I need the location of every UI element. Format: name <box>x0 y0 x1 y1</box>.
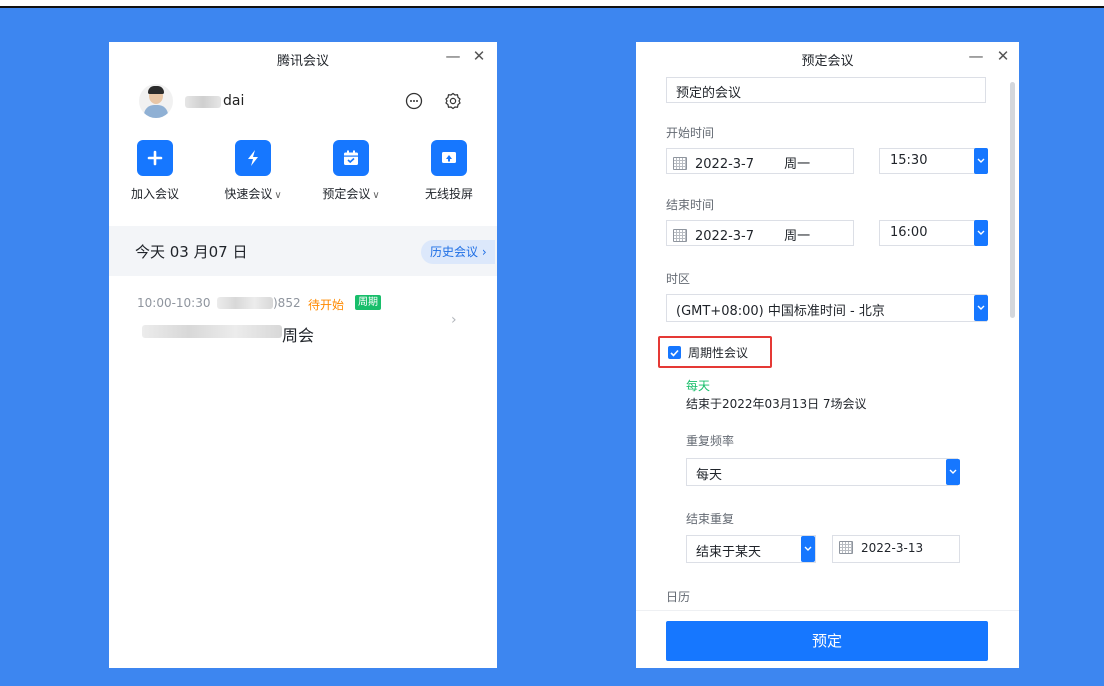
recurring-checkbox[interactable] <box>668 346 681 359</box>
quick-meeting-button[interactable]: 快速会议 ∨ <box>223 140 283 202</box>
timezone-label: 时区 <box>666 272 691 286</box>
title-bar: 预定会议 — ✕ <box>636 42 1019 74</box>
chevron-down-icon[interactable] <box>801 536 815 562</box>
meeting-status: 待开始 <box>308 298 345 312</box>
window-title: 预定会议 <box>801 54 854 69</box>
quick-actions: 加入会议 快速会议 ∨ 预定会议 ∨ 无线投屏 <box>125 140 485 210</box>
start-time-value: 15:30 <box>890 153 928 168</box>
start-date-value: 2022-3-7 <box>695 157 755 172</box>
settings-gear-icon[interactable] <box>442 90 464 112</box>
end-time-value: 16:00 <box>890 225 928 240</box>
start-time-label: 开始时间 <box>666 126 715 140</box>
name-blurred-region <box>185 96 221 108</box>
plus-icon <box>137 140 173 176</box>
wireless-cast-button[interactable]: 无线投屏 <box>419 140 479 202</box>
meeting-name-blurred-region <box>142 325 282 338</box>
recurrence-summary-end: 结束于2022年03月13日 7场会议 <box>686 397 867 411</box>
meeting-id-suffix: )852 <box>273 296 301 310</box>
chevron-down-icon: ∨ <box>274 190 282 201</box>
end-date-value: 2022-3-7 <box>695 229 755 244</box>
meeting-list-item[interactable]: 10:00-10:30 )852 待开始 周期 周会 › <box>109 290 497 350</box>
end-weekday: 周一 <box>784 229 811 244</box>
recurring-highlight-box: 周期性会议 <box>658 336 772 368</box>
end-repeat-date-value: 2022-3-13 <box>861 541 924 555</box>
meeting-id-blurred-region <box>217 297 273 309</box>
tencent-meeting-main-window: 腾讯会议 — ✕ dai 加入会议 快速会议 ∨ 预定会议 ∨ 无线投屏 今天 … <box>109 42 497 668</box>
repeat-frequency-select[interactable]: 每天 <box>686 458 958 486</box>
chevron-down-icon[interactable] <box>974 220 988 246</box>
chevron-right-icon: › <box>451 312 457 328</box>
chevron-down-icon[interactable] <box>974 148 988 174</box>
schedule-meeting-button[interactable]: 预定会议 ∨ <box>321 140 381 202</box>
scrollbar-thumb[interactable] <box>1010 82 1015 318</box>
join-meeting-label: 加入会议 <box>130 187 179 201</box>
title-bar: 腾讯会议 — ✕ <box>109 42 497 74</box>
lightning-icon <box>235 140 271 176</box>
chevron-down-icon[interactable] <box>974 295 988 321</box>
start-date-picker[interactable]: 2022-3-7 周一 <box>666 148 854 174</box>
calendar-icon <box>673 229 687 242</box>
window-title: 腾讯会议 <box>276 54 329 69</box>
calendar-icon <box>839 541 853 554</box>
chat-icon[interactable] <box>403 90 425 112</box>
schedule-meeting-label: 预定会议 <box>322 187 371 201</box>
recurring-badge: 周期 <box>355 295 381 310</box>
timezone-select[interactable]: (GMT+08:00) 中国标准时间 - 北京 <box>666 294 987 322</box>
history-meetings-button[interactable]: 历史会议 › <box>421 240 495 264</box>
meeting-time: 10:00-10:30 <box>137 296 211 310</box>
end-repeat-label: 结束重复 <box>686 512 735 526</box>
today-header: 今天 03 月07 日 历史会议 › <box>109 226 497 276</box>
recurring-checkbox-label: 周期性会议 <box>688 346 749 360</box>
meeting-name: 周会 <box>282 326 315 345</box>
wireless-cast-label: 无线投屏 <box>424 187 473 201</box>
end-repeat-date-picker[interactable]: 2022-3-13 <box>832 535 960 563</box>
calendar-icon <box>673 157 687 170</box>
user-profile: dai <box>139 84 479 120</box>
today-date-label: 今天 03 月07 日 <box>135 243 248 261</box>
meeting-subject-value: 预定的会议 <box>676 86 742 101</box>
end-time-label: 结束时间 <box>666 198 715 212</box>
repeat-frequency-value: 每天 <box>696 468 723 483</box>
quick-meeting-label: 快速会议 <box>224 187 273 201</box>
meeting-subject-input[interactable]: 预定的会议 <box>666 77 986 103</box>
minimize-button[interactable]: — <box>443 47 463 65</box>
chevron-down-icon[interactable] <box>946 459 960 485</box>
end-date-picker[interactable]: 2022-3-7 周一 <box>666 220 854 246</box>
end-repeat-mode-value: 结束于某天 <box>696 545 762 560</box>
timezone-value: (GMT+08:00) 中国标准时间 - 北京 <box>676 304 885 319</box>
schedule-meeting-window: 预定会议 — ✕ 预定的会议 开始时间 2022-3-7 周一 15:30 结束… <box>636 42 1019 668</box>
screen-cast-icon <box>431 140 467 176</box>
start-time-select[interactable]: 15:30 <box>879 148 987 174</box>
chevron-down-icon: ∨ <box>372 190 380 201</box>
join-meeting-button[interactable]: 加入会议 <box>125 140 185 202</box>
end-repeat-mode-select[interactable]: 结束于某天 <box>686 535 816 563</box>
close-button[interactable]: ✕ <box>469 47 489 65</box>
repeat-frequency-label: 重复频率 <box>686 434 735 448</box>
schedule-submit-button[interactable]: 预定 <box>666 621 988 661</box>
start-weekday: 周一 <box>784 157 811 172</box>
avatar[interactable] <box>139 84 173 118</box>
end-time-select[interactable]: 16:00 <box>879 220 987 246</box>
close-button[interactable]: ✕ <box>993 47 1013 65</box>
minimize-button[interactable]: — <box>966 47 986 65</box>
user-name: dai <box>223 93 245 109</box>
calendar-icon <box>333 140 369 176</box>
footer-bar: 预定 <box>636 610 1019 668</box>
recurrence-summary-frequency: 每天 <box>686 379 711 393</box>
calendar-label: 日历 <box>666 590 691 604</box>
